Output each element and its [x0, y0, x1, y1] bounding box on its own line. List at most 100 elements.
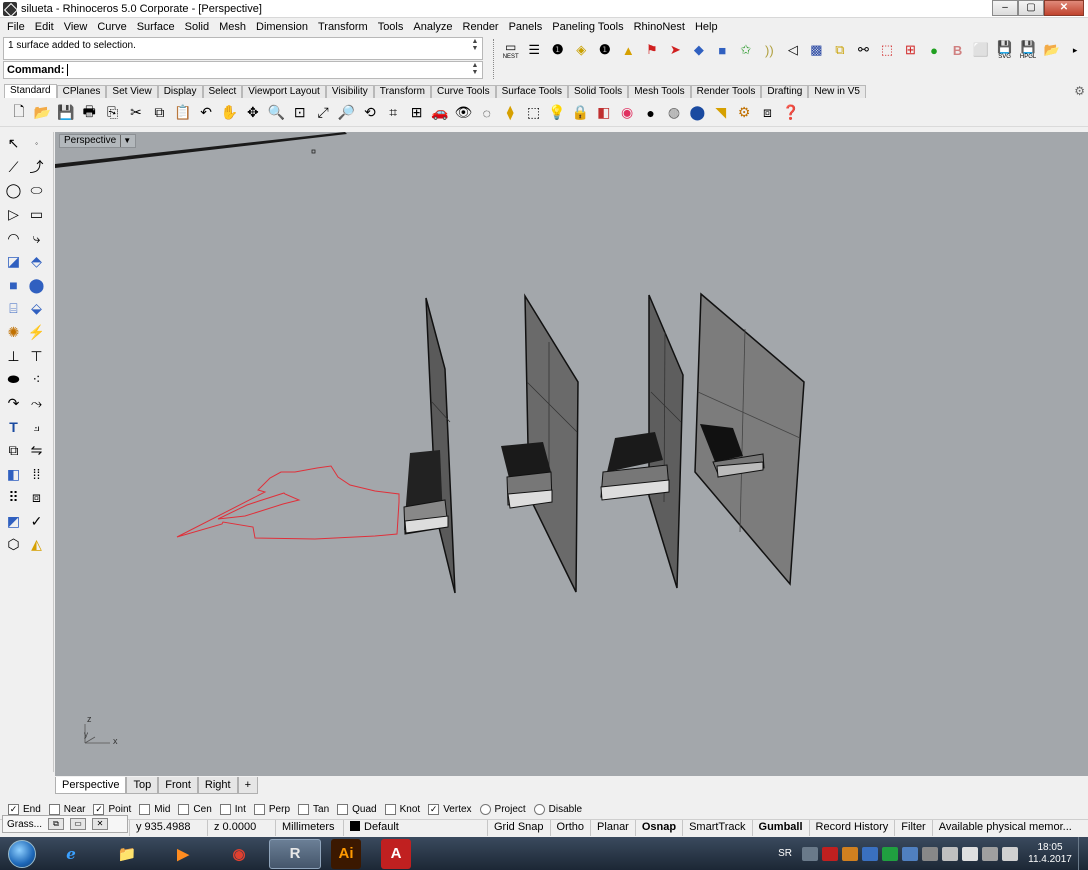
check-icon[interactable]: ✓ [25, 510, 48, 532]
render-shape-icon[interactable]: ⬡ [2, 534, 25, 556]
trim-icon[interactable]: ⊥ [2, 345, 25, 367]
nest-star-icon[interactable]: ✩ [735, 39, 757, 61]
menu-help[interactable]: Help [690, 18, 723, 36]
menu-tools[interactable]: Tools [373, 18, 409, 36]
minimize-button[interactable]: – [992, 0, 1018, 16]
filter-toggle[interactable]: Filter [895, 820, 933, 836]
status-layer[interactable]: Default [344, 820, 488, 836]
tab-drafting[interactable]: Drafting [761, 85, 809, 98]
nest-sheet-icon[interactable]: ◈ [571, 39, 593, 61]
open-file-icon[interactable]: 📂 [31, 102, 53, 124]
viewport-tab-right[interactable]: Right [197, 777, 238, 794]
gear-edit-icon[interactable]: ✺ [2, 322, 25, 344]
polygon-icon[interactable]: ▷ [2, 204, 25, 226]
volume-icon[interactable] [1002, 846, 1018, 861]
tab-standard[interactable]: Standard [4, 84, 57, 98]
rhino-taskbar-icon[interactable]: R [269, 838, 321, 869]
menu-view[interactable]: View [59, 18, 93, 36]
render-blue-sphere-icon[interactable]: ⬤ [686, 102, 708, 124]
split-icon[interactable]: ⊤ [25, 345, 48, 367]
new-file-icon[interactable]: 🗋 [8, 102, 30, 124]
osnap-perp-checkbox[interactable] [253, 803, 265, 815]
menu-panels[interactable]: Panels [504, 18, 548, 36]
help-icon[interactable]: ❓ [780, 102, 802, 124]
tab-cplanes[interactable]: CPlanes [56, 85, 107, 98]
polyline-icon[interactable]: ⟋ [2, 156, 25, 178]
mesh-plane-icon[interactable]: ⬙ [25, 298, 48, 320]
osnap-knot[interactable]: Knot [384, 803, 420, 815]
grid-snap-toggle[interactable]: Grid Snap [488, 820, 551, 836]
gumball-toggle[interactable]: Gumball [753, 820, 810, 836]
named-views-icon[interactable]: 🚗 [429, 102, 451, 124]
osnap-near[interactable]: Near [48, 803, 85, 815]
move-icon[interactable]: ⧉ [2, 440, 25, 462]
nest-grid-icon[interactable]: ⊞ [900, 39, 922, 61]
zoom-extents-icon[interactable]: ⤢ [312, 102, 334, 124]
nest-b-icon[interactable]: B [947, 39, 969, 61]
internet-explorer-icon[interactable]: e [45, 839, 97, 869]
open-folder-icon[interactable]: 📂 [1041, 39, 1063, 61]
silhouette-curve[interactable] [176, 465, 400, 540]
svg-export-button[interactable]: 💾 SVG [994, 39, 1016, 61]
nest-blocks-icon[interactable]: ▩ [806, 39, 828, 61]
offset-icon[interactable]: ⤳ [25, 392, 48, 414]
osnap-quad[interactable]: Quad [337, 803, 377, 815]
action-center-flag-icon[interactable] [962, 846, 978, 861]
planar-toggle[interactable]: Planar [591, 820, 636, 836]
grasshopper-restore-button[interactable]: ⧉ [48, 818, 65, 830]
fillet-curve-icon[interactable]: ⤷ [25, 227, 48, 249]
maximize-button[interactable]: ▢ [1018, 0, 1044, 16]
tab-display[interactable]: Display [157, 85, 203, 98]
toolbar-grip[interactable] [493, 39, 496, 79]
group-icon[interactable]: ⬬ [2, 369, 25, 391]
tab-transform[interactable]: Transform [373, 85, 431, 98]
padlock-icon[interactable]: 🔒 [569, 102, 591, 124]
light-bulb-icon[interactable]: 💡 [546, 102, 568, 124]
sync-tray-icon[interactable] [922, 846, 938, 861]
sphere-icon[interactable]: ⬤ [25, 274, 48, 296]
osnap-knot-checkbox[interactable] [384, 803, 396, 815]
cut-icon[interactable]: ✂ [125, 102, 147, 124]
silhouette-panel-3[interactable] [600, 294, 684, 589]
rotate-view-icon[interactable]: ✥ [242, 102, 264, 124]
menu-solid[interactable]: Solid [180, 18, 214, 36]
ortho-toggle[interactable]: Ortho [551, 820, 592, 836]
viewport-title[interactable]: Perspective ▼ [59, 134, 137, 148]
zoom-icon[interactable]: 🔍 [265, 102, 287, 124]
illustrator-icon[interactable]: Ai [331, 838, 361, 869]
osnap-disable[interactable]: Disable [533, 803, 582, 815]
osnap-point[interactable]: ✓ Point [93, 803, 131, 815]
print-icon[interactable]: 🖶 [78, 102, 100, 124]
command-line[interactable]: Command: [3, 61, 483, 79]
toolbar-overflow-icon[interactable]: ▸ [1064, 39, 1086, 61]
osnap-int-checkbox[interactable] [219, 803, 231, 815]
nest-sphere-icon[interactable]: ● [923, 39, 945, 61]
array-icon[interactable]: ⁞⁞ [25, 463, 48, 485]
color-wheel-icon[interactable]: ◉ [616, 102, 638, 124]
box-icon[interactable]: ■ [2, 274, 25, 296]
zoom-window-icon[interactable]: ⊡ [289, 102, 311, 124]
menu-paneling-tools[interactable]: Paneling Tools [547, 18, 628, 36]
viewport-tab-top[interactable]: Top [126, 777, 159, 794]
security-tray-icon[interactable] [902, 846, 918, 861]
paste-icon[interactable]: 📋 [172, 102, 194, 124]
add-viewport-tab-button[interactable]: + [237, 777, 259, 794]
four-viewports-icon[interactable]: ⊞ [406, 102, 428, 124]
update-tray-icon[interactable] [842, 846, 858, 861]
osnap-cen[interactable]: Cen [178, 803, 212, 815]
cylinder-icon[interactable]: ⌸ [2, 298, 25, 320]
silhouette-panel-4[interactable] [694, 292, 805, 586]
undo-icon[interactable]: ↶ [195, 102, 217, 124]
text-icon[interactable]: T [2, 416, 25, 438]
point-icon[interactable]: ◦ [25, 133, 48, 155]
tab-visibility[interactable]: Visibility [325, 85, 374, 98]
undo-view-icon[interactable]: ⟲ [359, 102, 381, 124]
tab-select[interactable]: Select [202, 85, 243, 98]
file-explorer-icon[interactable]: 📁 [101, 839, 153, 869]
menu-render[interactable]: Render [458, 18, 504, 36]
viewport-tab-perspective[interactable]: Perspective [55, 777, 127, 794]
silhouette-panel-2[interactable] [501, 293, 579, 593]
keyboard-tray-icon[interactable] [802, 846, 818, 861]
grid-array-icon[interactable]: ⠿ [2, 487, 25, 509]
pan-hand-icon[interactable]: ✋ [219, 102, 241, 124]
